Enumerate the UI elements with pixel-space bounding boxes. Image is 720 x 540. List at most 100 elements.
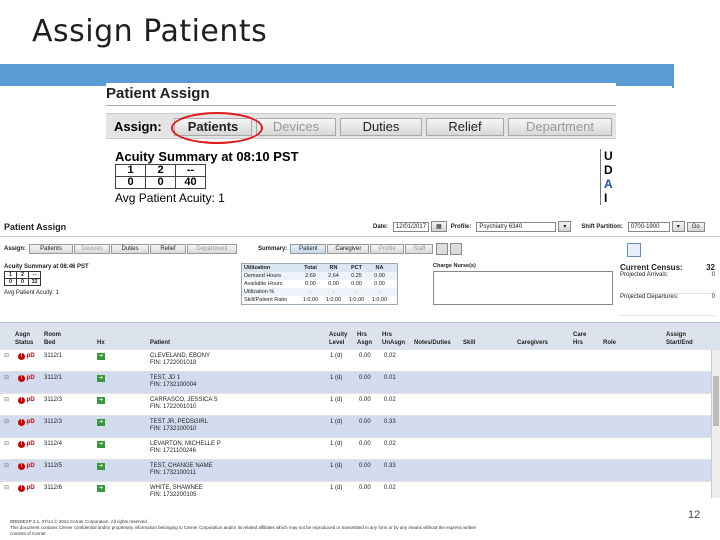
patient-name[interactable]: TEST JR, PEDSGIRL: [150, 419, 208, 426]
arrow-right-icon[interactable]: ➔: [97, 485, 105, 492]
tab-department[interactable]: Department: [187, 244, 238, 254]
col-care-hrs[interactable]: Hrs: [573, 339, 586, 347]
patient-cell[interactable]: TEST JR, PEDSGIRL FIN: 1732100010: [150, 419, 208, 433]
patient-name[interactable]: TEST, JD 1: [150, 375, 196, 382]
room-bed: 3112/1: [44, 353, 62, 359]
table-row[interactable]: ⊟! pD 3112/3 ➔ CARRASCO, JESSICA S FIN: 1722…: [0, 394, 711, 416]
shift-dropdown-icon[interactable]: ▾: [671, 221, 685, 232]
patient-grid: ⊟ ! pD 3112/1 ➔ CLEVELAND, EBONY FIN: 1722001…: [0, 350, 711, 498]
col-bed[interactable]: Bed: [44, 339, 61, 347]
table-row[interactable]: ⊟ ! pD 3112/1 ➔ CLEVELAND, EBONY FIN: 1722001…: [0, 350, 711, 372]
go-button[interactable]: Go: [686, 221, 705, 232]
summary-tab-caregiver[interactable]: Caregiver: [327, 244, 370, 254]
patient-cell[interactable]: LEVARTON, MICHELLE P FIN: 1721100246: [150, 441, 221, 455]
status-cell: ! pD: [18, 353, 35, 360]
row-expand-icon[interactable]: ⊟: [4, 375, 9, 382]
patient-name[interactable]: CLEVELAND, EBONY: [150, 353, 210, 360]
assign-label: Assign:: [4, 246, 27, 252]
col-hx[interactable]: Hx: [97, 339, 105, 347]
col-role[interactable]: Role: [603, 339, 616, 347]
patient-cell[interactable]: CARRASCO, JESSICA S FIN: 1722001010: [150, 397, 218, 411]
arrow-right-icon[interactable]: ➔: [97, 463, 105, 470]
col-unasgn[interactable]: UnAsgn: [382, 339, 405, 347]
arrow-right-icon[interactable]: ➔: [97, 353, 105, 360]
col-notes-duties[interactable]: Notes/Duties: [414, 339, 451, 347]
col-acuity[interactable]: Acuity: [329, 331, 347, 339]
hx-cell[interactable]: ➔: [97, 397, 105, 404]
profile-select[interactable]: Psychiatry 6340: [476, 221, 557, 232]
patient-name[interactable]: CARRASCO, JESSICA S: [150, 397, 218, 404]
col-hrs[interactable]: Hrs: [357, 331, 372, 339]
tab-devices[interactable]: Devices: [74, 244, 111, 254]
patient-name[interactable]: WHITE, SHAWNEE: [150, 485, 203, 492]
calendar-icon[interactable]: ▦: [431, 221, 447, 232]
patient-name[interactable]: TEST, CHANGE NAME: [150, 463, 213, 470]
patient-cell[interactable]: CLEVELAND, EBONY FIN: 1722001018: [150, 353, 210, 367]
profile-dropdown-icon[interactable]: ▾: [558, 221, 572, 232]
alert-icon: !: [18, 485, 25, 492]
zoom-tab-duties[interactable]: Duties: [340, 118, 422, 136]
col-care[interactable]: Care: [573, 331, 586, 339]
arrow-right-icon[interactable]: ➔: [97, 441, 105, 448]
charge-nurse-box[interactable]: [433, 271, 613, 305]
col-start-end[interactable]: Start/End: [666, 339, 693, 347]
proj-departures-value: 0: [711, 294, 715, 300]
scroll-thumb[interactable]: [713, 376, 719, 426]
refresh-icon[interactable]: [436, 243, 449, 255]
util-row: Available Hours 0.00 0.00 0.00 0.00: [242, 280, 397, 288]
shift-select[interactable]: 0700-1900: [627, 221, 670, 232]
row-expand-icon[interactable]: ⊟: [4, 485, 9, 492]
document-icon[interactable]: [627, 243, 641, 257]
col-patient[interactable]: Patient: [150, 339, 170, 347]
table-row[interactable]: ⊟! pD 3112/3 ➔ TEST JR, PEDSGIRL FIN: 173210…: [0, 416, 711, 438]
summary-tab-staff[interactable]: Staff: [405, 244, 434, 254]
hx-cell[interactable]: ➔: [97, 463, 105, 470]
hx-cell[interactable]: ➔: [97, 485, 105, 492]
patient-cell[interactable]: TEST, CHANGE NAME FIN: 1732100011: [150, 463, 213, 477]
asgn-hrs: 0.00: [359, 353, 371, 359]
row-expand-icon[interactable]: ⊟: [4, 419, 9, 426]
summary-tab-patient[interactable]: Patient: [290, 244, 327, 254]
col-hrs[interactable]: Hrs: [382, 331, 405, 339]
date-field[interactable]: 12/01/2017: [393, 221, 430, 232]
row-expand-icon[interactable]: ⊟: [4, 397, 9, 404]
hx-cell[interactable]: ➔: [97, 375, 105, 382]
table-row[interactable]: ⊟! pD 3112/5 ➔ TEST, CHANGE NAME FIN: 173210…: [0, 460, 711, 482]
arrow-right-icon[interactable]: ➔: [97, 419, 105, 426]
tab-duties[interactable]: Duties: [111, 244, 150, 254]
table-row[interactable]: ⊟! pD 3112/4 ➔ LEVARTON, MICHELLE P FIN: 172…: [0, 438, 711, 460]
hx-cell[interactable]: ➔: [97, 441, 105, 448]
tab-relief[interactable]: Relief: [150, 244, 187, 254]
row-expand-icon[interactable]: ⊟: [4, 463, 9, 470]
hx-cell[interactable]: ➔: [97, 353, 105, 360]
table-row[interactable]: ⊟! pD 3112/6 ➔ WHITE, SHAWNEE FIN: 173220010…: [0, 482, 711, 498]
zoom-tab-relief[interactable]: Relief: [426, 118, 504, 136]
col-level[interactable]: Level: [329, 339, 347, 347]
col-asgn-hrs[interactable]: Asgn: [357, 339, 372, 347]
col-assign[interactable]: Assign: [666, 331, 693, 339]
hx-cell[interactable]: ➔: [97, 419, 105, 426]
col-asgn[interactable]: Asgn: [15, 331, 33, 339]
zoom-tab-department[interactable]: Department: [508, 118, 612, 136]
col-status[interactable]: Status: [15, 339, 33, 347]
patient-cell[interactable]: TEST, JD 1 FIN: 1732100004: [150, 375, 196, 389]
summary-tab-profile[interactable]: Profile: [370, 244, 405, 254]
summary-label: Summary:: [258, 246, 288, 252]
col-skill[interactable]: Skill: [463, 339, 475, 347]
options-icon[interactable]: [450, 243, 463, 255]
tab-patients[interactable]: Patients: [29, 244, 74, 254]
col-room[interactable]: Room: [44, 331, 61, 339]
patient-name[interactable]: LEVARTON, MICHELLE P: [150, 441, 221, 448]
alert-icon: !: [18, 463, 25, 470]
arrow-right-icon[interactable]: ➔: [97, 397, 105, 404]
status-cell: ! pD: [18, 375, 35, 382]
arrow-right-icon[interactable]: ➔: [97, 375, 105, 382]
fragment-letter: U: [604, 149, 613, 163]
row-expand-icon[interactable]: ⊟: [4, 353, 9, 360]
col-caregivers[interactable]: Caregivers: [517, 339, 548, 347]
grid-scrollbar[interactable]: [711, 350, 720, 498]
row-expand-icon[interactable]: ⊟: [4, 441, 9, 448]
zoom-tab-devices[interactable]: Devices: [256, 118, 336, 136]
table-row[interactable]: ⊟! pD 3112/1 ➔ TEST, JD 1 FIN: 1732100004 1 (…: [0, 372, 711, 394]
patient-cell[interactable]: WHITE, SHAWNEE FIN: 1732200105: [150, 485, 203, 498]
